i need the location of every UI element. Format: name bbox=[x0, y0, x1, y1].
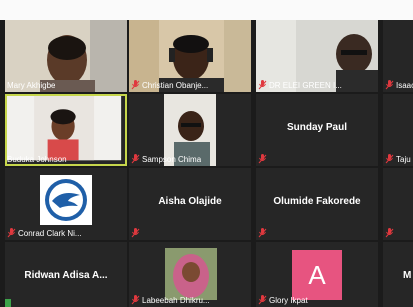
letter-avatar: A bbox=[292, 250, 342, 300]
participant-name: Taju bbox=[396, 154, 411, 164]
participant-name: Sampson Chima bbox=[142, 154, 202, 164]
participant-name: Buduka Johnson bbox=[7, 154, 67, 164]
mic-muted-icon bbox=[385, 80, 394, 90]
participant-name: Conrad Clark Ni... bbox=[18, 228, 82, 238]
participant-name: Isaac bbox=[396, 80, 413, 90]
participant-display-name: M bbox=[403, 270, 412, 281]
participant-namebar bbox=[131, 227, 140, 239]
participant-namebar: Isaac bbox=[385, 79, 413, 91]
participant-namebar bbox=[258, 153, 267, 165]
participant-tile-buduka[interactable]: Buduka Johnson bbox=[5, 94, 127, 166]
participant-namebar: Labeebah Dhikru... bbox=[131, 294, 210, 306]
mic-muted-icon bbox=[7, 228, 16, 238]
participant-tile-sunday-paul[interactable]: Sunday Paul bbox=[256, 94, 378, 166]
participant-name: Christian Obanje... bbox=[142, 80, 209, 90]
mic-muted-icon bbox=[258, 80, 267, 90]
mic-muted-icon bbox=[258, 228, 267, 238]
participant-display-name: Olumide Fakorede bbox=[273, 196, 361, 207]
mic-muted-icon bbox=[131, 228, 140, 238]
participant-name: DR ELEI GREEN I... bbox=[269, 80, 342, 90]
participant-tile-m[interactable]: M bbox=[383, 242, 413, 307]
participant-tile-sampson[interactable]: Sampson Chima bbox=[129, 94, 251, 166]
participant-namebar: Taju bbox=[385, 153, 411, 165]
participant-namebar: Buduka Johnson bbox=[7, 153, 67, 165]
participant-tile-labeebah[interactable]: Labeebah Dhikru... bbox=[129, 242, 251, 307]
mic-muted-icon bbox=[131, 80, 140, 90]
green-indicator bbox=[5, 299, 11, 307]
mic-muted-icon bbox=[385, 228, 394, 238]
participant-namebar bbox=[258, 227, 267, 239]
mic-muted-icon bbox=[258, 295, 267, 305]
mic-muted-icon bbox=[385, 154, 394, 164]
participant-namebar: Glory Ikpat bbox=[258, 294, 308, 306]
participant-tile-aisha[interactable]: Aisha Olajide bbox=[129, 168, 251, 240]
participant-namebar bbox=[385, 227, 394, 239]
participant-tile-glory[interactable]: A Glory Ikpat bbox=[256, 242, 378, 307]
mic-muted-icon bbox=[131, 154, 140, 164]
participant-display-name: Aisha Olajide bbox=[158, 196, 222, 207]
avatar-letter: A bbox=[308, 259, 326, 290]
participant-tile-christian[interactable]: Christian Obanje... bbox=[129, 20, 251, 92]
participant-display-name: Sunday Paul bbox=[286, 122, 347, 133]
participant-name: Mary Akhigbe bbox=[7, 80, 56, 90]
participant-tile-isaac[interactable]: Isaac bbox=[383, 20, 413, 92]
participant-tile-olumide[interactable]: Olumide Fakorede bbox=[256, 168, 378, 240]
top-strip bbox=[0, 0, 413, 20]
participant-display-name: Ridwan Adisa A... bbox=[24, 270, 108, 281]
mic-muted-icon bbox=[131, 295, 140, 305]
participant-tile-partial[interactable] bbox=[383, 168, 413, 240]
participant-tile-taju[interactable]: Taju bbox=[383, 94, 413, 166]
participant-name: Labeebah Dhikru... bbox=[142, 295, 210, 305]
participant-photo bbox=[165, 248, 217, 300]
participant-tile-elei-green[interactable]: DR ELEI GREEN I... bbox=[256, 20, 378, 92]
participant-namebar: Mary Akhigbe bbox=[7, 79, 55, 91]
participant-namebar: DR ELEI GREEN I... bbox=[258, 79, 342, 91]
participant-tile-ridwan[interactable]: Ridwan Adisa A... bbox=[5, 242, 127, 307]
participant-name: Glory Ikpat bbox=[269, 295, 308, 305]
participant-tile-mary[interactable]: Mary Akhigbe bbox=[5, 20, 127, 92]
participant-namebar: Conrad Clark Ni... bbox=[7, 227, 82, 239]
mic-muted-icon bbox=[258, 154, 267, 164]
participant-namebar: Christian Obanje... bbox=[131, 79, 208, 91]
participant-namebar: Sampson Chima bbox=[131, 153, 201, 165]
eagle-logo-avatar bbox=[40, 175, 92, 225]
participant-tile-conrad[interactable]: Conrad Clark Ni... bbox=[5, 168, 127, 240]
